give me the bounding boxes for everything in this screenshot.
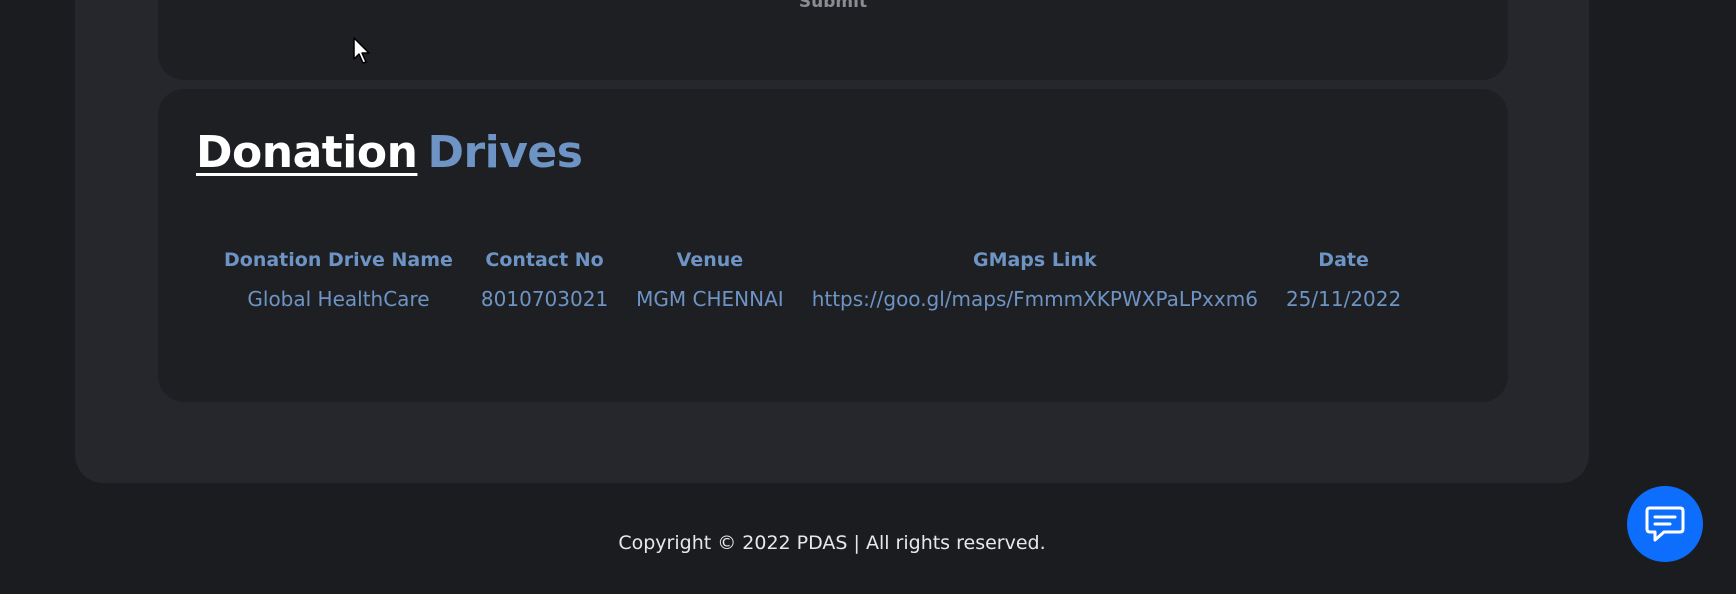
donation-drives-card: Donation Drives Donation Drive Name Conta… — [158, 89, 1508, 402]
cell-drive-name: Global HealthCare — [247, 287, 430, 311]
section-title-main: Donation — [196, 127, 418, 178]
chat-icon — [1644, 504, 1686, 544]
section-title-accent: Drives — [427, 127, 583, 178]
column-header-date: Date — [1318, 249, 1369, 271]
section-title: Donation Drives — [196, 127, 583, 178]
cell-gmaps-link[interactable]: https://goo.gl/maps/FmmmXKPWXPaLPxxm6 — [798, 281, 1272, 317]
table-header-row: Donation Drive Name Contact No Venue GMa… — [210, 249, 1415, 281]
table-row: Global HealthCare 8010703021 MGM CHENNAI… — [210, 281, 1415, 317]
cell-date: 25/11/2022 — [1285, 287, 1402, 311]
column-header-contact: Contact No — [485, 249, 604, 271]
submit-button[interactable]: Submit — [158, 0, 1508, 12]
cell-contact-no: 8010703021 — [480, 287, 609, 311]
column-header-venue: Venue — [676, 249, 744, 271]
cell-venue: MGM CHENNAI — [636, 287, 784, 311]
donation-drives-table: Donation Drive Name Contact No Venue GMa… — [210, 249, 1415, 317]
column-header-name: Donation Drive Name — [224, 249, 453, 271]
chat-button[interactable] — [1627, 486, 1703, 562]
mouse-cursor-icon — [353, 37, 371, 69]
column-header-gmaps: GMaps Link — [972, 249, 1097, 271]
footer-copyright: Copyright © 2022 PDAS | All rights reser… — [618, 532, 1046, 554]
